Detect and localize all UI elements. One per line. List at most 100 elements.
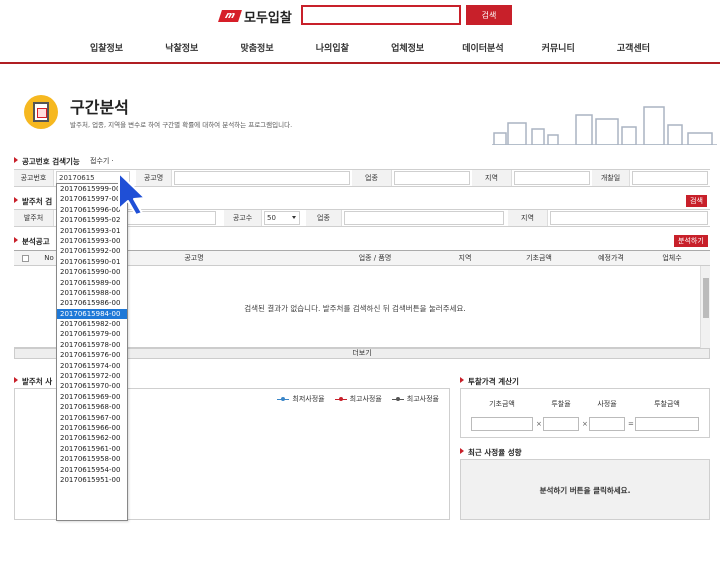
calc-adjust-label: 사정율 bbox=[597, 400, 617, 408]
dropdown-option[interactable]: 20170615990-00 bbox=[57, 267, 127, 277]
announce-number-dropdown[interactable]: 20170615999-00 20170615997-00 20170615996-… bbox=[56, 183, 128, 521]
region-input[interactable] bbox=[514, 171, 590, 185]
nav-custom-info[interactable]: 맞춤정보 bbox=[221, 40, 294, 58]
dropdown-option[interactable]: 20170615967-00 bbox=[57, 413, 127, 423]
dropdown-option[interactable]: 20170615951-00 bbox=[57, 475, 127, 485]
legend-top-line-icon bbox=[391, 396, 404, 401]
main-nav: 입찰정보 낙찰정보 맞춤정보 나의입찰 업체정보 데이터분석 커뮤니티 고객센터 bbox=[70, 40, 670, 58]
nav-data-analysis[interactable]: 데이터분석 bbox=[446, 40, 519, 58]
announce-number-label: 공고번호 bbox=[14, 170, 54, 186]
dropdown-option[interactable]: 20170615954-00 bbox=[57, 465, 127, 475]
col-region: 지역 bbox=[458, 254, 472, 262]
calc-rate-label: 투찰율 bbox=[551, 400, 571, 408]
dropdown-option[interactable]: 20170615990-01 bbox=[57, 257, 127, 267]
orderer-industry-input[interactable] bbox=[344, 211, 504, 225]
nav-bid-info[interactable]: 입찰정보 bbox=[70, 40, 143, 58]
page-title: 구간분석 bbox=[70, 98, 129, 117]
count-select-chevron-icon bbox=[292, 216, 296, 219]
orderer-search-title: 발주처 검 bbox=[14, 196, 52, 207]
industry-input[interactable] bbox=[394, 171, 470, 185]
trend-title: 최근 사정율 성향 bbox=[460, 447, 522, 458]
legend-top-label: 최고사정율 bbox=[406, 395, 439, 403]
dropdown-option[interactable]: 20170615993-00 bbox=[57, 236, 127, 246]
collapse-toggle[interactable]: 접수기 · bbox=[90, 156, 114, 166]
dropdown-option[interactable]: 20170615961-00 bbox=[57, 444, 127, 454]
dropdown-option[interactable]: 20170615979-00 bbox=[57, 329, 127, 339]
legend-min-line-icon bbox=[277, 396, 290, 401]
col-industry: 업종 / 품명 bbox=[358, 254, 392, 262]
dropdown-option[interactable]: 20170615978-00 bbox=[57, 340, 127, 350]
calc-base-input[interactable] bbox=[471, 417, 533, 431]
dropdown-option[interactable]: 20170615986-00 bbox=[57, 298, 127, 308]
site-logo[interactable]: m 모두입찰 bbox=[218, 7, 292, 26]
col-no: No bbox=[44, 254, 54, 262]
nav-award-info[interactable]: 낙찰정보 bbox=[145, 40, 218, 58]
calc-multiply-2: × bbox=[582, 420, 588, 428]
trend-message: 분석하기 버튼을 클릭하세요. bbox=[539, 486, 631, 495]
page-description: 발주처, 업종, 지역을 변수로 하여 구간별 확률에 대하여 분석하는 프로그… bbox=[70, 121, 293, 129]
site-search-button[interactable]: 검색 bbox=[466, 5, 512, 25]
dropdown-option[interactable]: 20170615984-00 bbox=[57, 308, 127, 320]
orderer-region-label: 지역 bbox=[508, 210, 548, 226]
dropdown-option[interactable]: 20170615962-00 bbox=[57, 433, 127, 443]
col-company-count: 업체수 bbox=[662, 254, 682, 262]
results-title: 분석공고 bbox=[14, 236, 50, 247]
dropdown-option[interactable]: 20170615993-01 bbox=[57, 226, 127, 236]
open-date-label: 개찰일 bbox=[592, 170, 630, 186]
scrollbar-thumb[interactable] bbox=[703, 278, 709, 318]
calc-equals: = bbox=[628, 420, 634, 428]
dropdown-option[interactable]: 20170615989-00 bbox=[57, 278, 127, 288]
col-name: 공고명 bbox=[184, 254, 204, 262]
dropdown-option[interactable]: 20170615992-00 bbox=[57, 246, 127, 256]
chart-legend: 최저사정율 최고사정율 최고사정율 bbox=[277, 394, 439, 404]
dropdown-option[interactable]: 20170615958-00 bbox=[57, 454, 127, 464]
nav-company-info[interactable]: 업체정보 bbox=[371, 40, 444, 58]
results-scrollbar[interactable] bbox=[700, 266, 710, 348]
legend-item-top: 최고사정율 bbox=[391, 394, 439, 404]
col-base-amount: 기초금액 bbox=[526, 254, 552, 262]
city-buildings-icon bbox=[492, 106, 717, 145]
orderer-search-button[interactable]: 검색 bbox=[686, 195, 707, 207]
analyze-button[interactable]: 분석하기 bbox=[674, 235, 708, 247]
orderer-label: 발주처 bbox=[14, 210, 54, 226]
calc-result-label: 투찰금액 bbox=[654, 400, 680, 408]
calc-adjust-input[interactable] bbox=[589, 417, 625, 431]
mouse-cursor-icon bbox=[118, 172, 146, 216]
dropdown-option[interactable]: 20170615970-00 bbox=[57, 381, 127, 391]
site-search-input[interactable] bbox=[301, 5, 461, 25]
nav-customer-center[interactable]: 고객센터 bbox=[597, 40, 670, 58]
calc-multiply-1: × bbox=[536, 420, 542, 428]
col-expected-price: 예정가격 bbox=[598, 254, 624, 262]
nav-community[interactable]: 커뮤니티 bbox=[522, 40, 595, 58]
legend-min-label: 최저사정율 bbox=[292, 395, 325, 403]
announce-name-input[interactable] bbox=[174, 171, 350, 185]
orderer-region-input[interactable] bbox=[550, 211, 708, 225]
orderer-industry-label: 업종 bbox=[306, 210, 342, 226]
open-date-input[interactable] bbox=[632, 171, 708, 185]
dropdown-option[interactable]: 20170615974-00 bbox=[57, 361, 127, 371]
dropdown-option[interactable]: 20170615969-00 bbox=[57, 392, 127, 402]
legend-item-max: 최고사정율 bbox=[334, 394, 382, 404]
dropdown-option[interactable]: 20170615966-00 bbox=[57, 423, 127, 433]
dropdown-option[interactable]: 20170615988-00 bbox=[57, 288, 127, 298]
calculator-title: 투찰가격 계산기 bbox=[460, 376, 519, 387]
count-label: 공고수 bbox=[224, 210, 262, 226]
industry-label: 업종 bbox=[352, 170, 392, 186]
legend-max-line-icon bbox=[334, 396, 347, 401]
dropdown-option[interactable]: 20170615982-00 bbox=[57, 319, 127, 329]
calc-base-label: 기초금액 bbox=[489, 400, 515, 408]
region-label: 지역 bbox=[472, 170, 512, 186]
logo-text: 모두입찰 bbox=[244, 10, 292, 26]
analysis-document-icon bbox=[24, 95, 58, 129]
nav-my-bids[interactable]: 나의입찰 bbox=[296, 40, 369, 58]
calc-rate-input[interactable] bbox=[543, 417, 579, 431]
trend-panel: 분석하기 버튼을 클릭하세요. bbox=[460, 459, 710, 520]
dropdown-option[interactable]: 20170615976-00 bbox=[57, 350, 127, 360]
chart-title: 발주처 사 bbox=[14, 376, 52, 387]
dropdown-option[interactable]: 20170615972-00 bbox=[57, 371, 127, 381]
dropdown-option[interactable]: 20170615995-02 bbox=[57, 215, 127, 225]
select-all-checkbox[interactable] bbox=[22, 255, 29, 262]
dropdown-option[interactable]: 20170615968-00 bbox=[57, 402, 127, 412]
announce-search-title: 공고번호 검색기능 bbox=[14, 156, 80, 167]
legend-item-min: 최저사정율 bbox=[277, 394, 325, 404]
